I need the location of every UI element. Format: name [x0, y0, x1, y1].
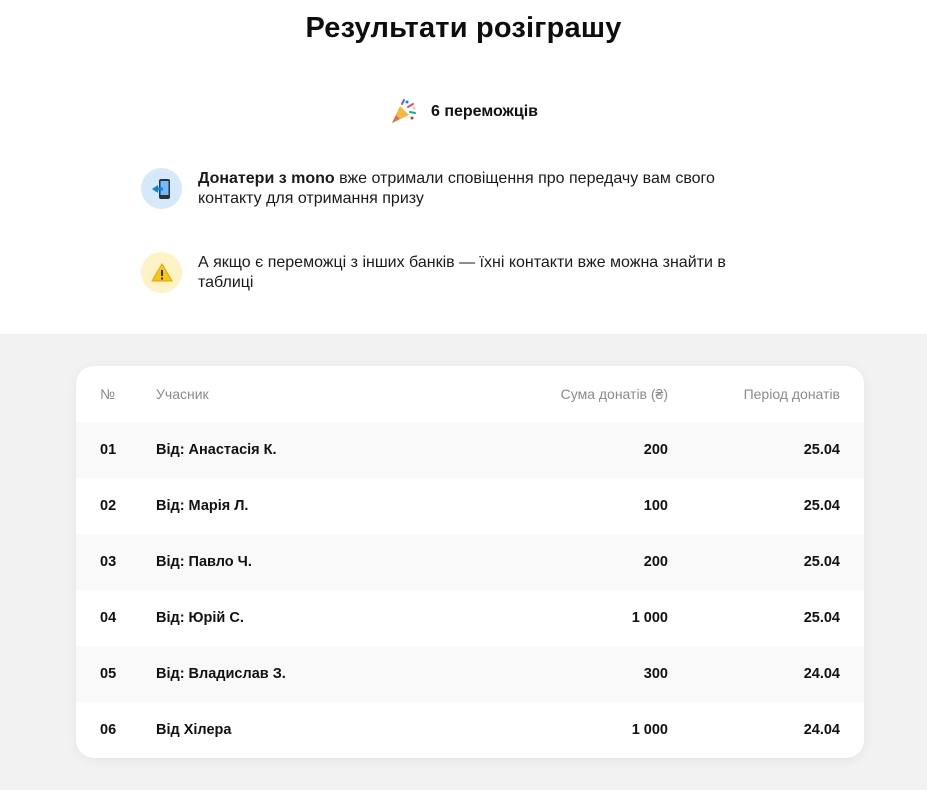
row-participant: Від: Анастасія К.: [156, 442, 277, 458]
phone-arrow-icon: [141, 168, 182, 209]
header-sum: Сума донатів (₴): [560, 386, 668, 402]
table-row: 02 Від: Марія Л. 100 25.04: [76, 478, 864, 534]
other-banks-info: А якщо є переможці з інших банків — їхні…: [141, 252, 781, 293]
row-period: 25.04: [803, 442, 840, 458]
table-row: 03 Від: Павло Ч. 200 25.04: [76, 534, 864, 590]
page-title: Результати розіграшу: [305, 12, 622, 44]
table-row: 04 Від: Юрій С. 1 000 25.04: [76, 590, 864, 646]
row-participant: Від: Павло Ч.: [156, 554, 252, 570]
row-sum: 300: [643, 666, 668, 682]
row-participant: Від: Марія Л.: [156, 498, 249, 514]
row-sum: 1 000: [631, 722, 668, 738]
row-number: 01: [100, 442, 117, 458]
row-sum: 200: [643, 442, 668, 458]
row-participant: Від Хілера: [156, 722, 232, 738]
row-number: 04: [100, 610, 117, 626]
warning-icon: [141, 252, 182, 293]
header-number: №: [100, 386, 116, 402]
row-period: 24.04: [803, 666, 840, 682]
mono-notification-info: Донатери з mono вже отримали сповіщення …: [141, 168, 781, 209]
mono-notification-text: Донатери з mono вже отримали сповіщення …: [198, 170, 715, 207]
row-period: 24.04: [803, 722, 840, 738]
winners-summary: 6 переможців: [0, 98, 927, 126]
row-participant: Від: Владислав З.: [156, 666, 286, 682]
results-table-section: № Учасник Сума донатів (₴) Період донаті…: [0, 334, 927, 790]
row-number: 05: [100, 666, 117, 682]
header-participant: Учасник: [156, 386, 209, 402]
table-row: 05 Від: Владислав З. 300 24.04: [76, 646, 864, 702]
table-row: 01 Від: Анастасія К. 200 25.04: [76, 422, 864, 478]
row-participant: Від: Юрій С.: [156, 610, 244, 626]
row-number: 03: [100, 554, 117, 570]
row-sum: 100: [643, 498, 668, 514]
results-header-section: Результати розіграшу 6 переможців Донате…: [0, 0, 927, 334]
table-header-row: № Учасник Сума донатів (₴) Період донаті…: [76, 366, 864, 422]
row-number: 02: [100, 498, 117, 514]
winners-table: № Учасник Сума донатів (₴) Період донаті…: [76, 366, 864, 758]
party-popper-icon: [389, 98, 417, 126]
row-number: 06: [100, 722, 117, 738]
row-period: 25.04: [803, 498, 840, 514]
row-sum: 200: [643, 554, 668, 570]
row-period: 25.04: [803, 610, 840, 626]
row-sum: 1 000: [631, 610, 668, 626]
header-period: Період донатів: [743, 386, 840, 402]
other-banks-text: А якщо є переможці з інших банків — їхні…: [198, 254, 726, 291]
row-period: 25.04: [803, 554, 840, 570]
table-row: 06 Від Хілера 1 000 24.04: [76, 702, 864, 758]
winners-count: 6 переможців: [430, 103, 538, 120]
